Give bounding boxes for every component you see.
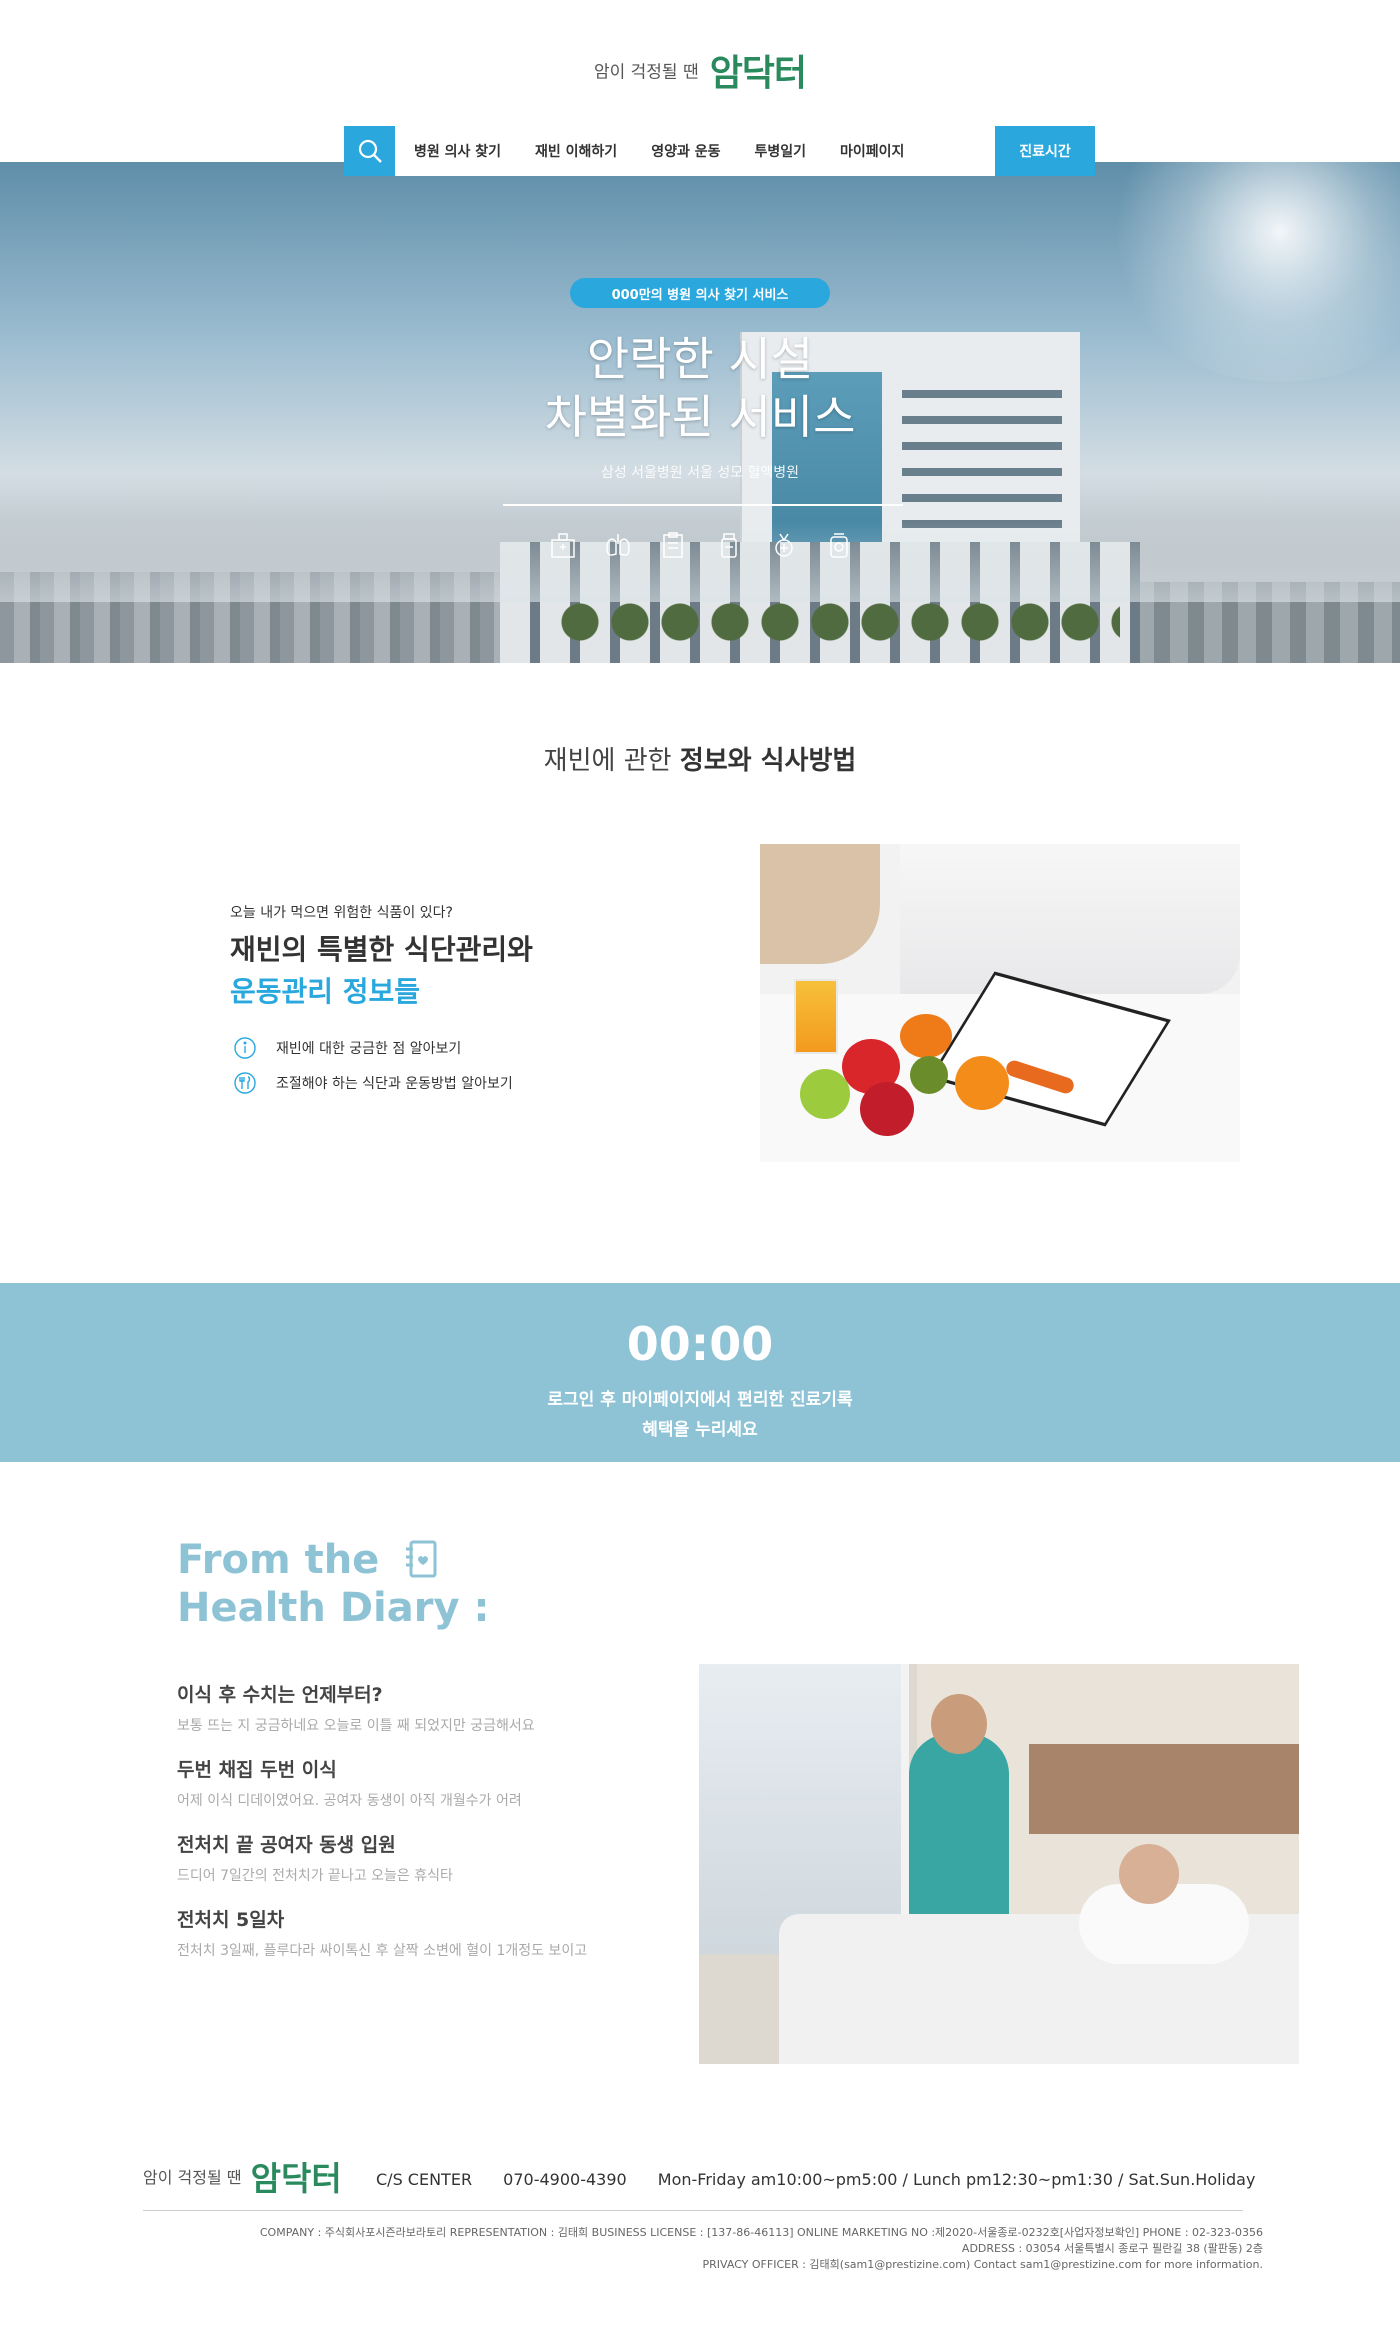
nav-item-diary[interactable]: 투병일기 xyxy=(754,141,806,161)
logo-wordmark: 암닥터 xyxy=(709,53,807,94)
medicine-icon xyxy=(822,528,856,562)
diary-section-title: From the Health Diary : xyxy=(177,1536,489,1632)
info-section-title-bold: 정보와 식사방법 xyxy=(679,746,857,776)
main-nav: 병원 의사 찾기 재빈 이해하기 영양과 운동 투병일기 마이페이지 진료시간 xyxy=(344,126,1095,176)
medal-icon xyxy=(767,528,801,562)
banner-clock: 00:00 xyxy=(626,1317,774,1371)
info-headline-2: 운동관리 정보들 xyxy=(230,975,421,1008)
hero-badge: 000만의 병원 의사 찾기 서비스 xyxy=(570,278,830,308)
hero-icon-row xyxy=(546,528,856,568)
footer-logo-wordmark: 암닥터 xyxy=(250,2159,342,2198)
diary-entry-desc: 보통 뜨는 지 궁금하네요 오늘로 이틀 째 되었지만 궁금해서요 xyxy=(177,1718,535,1734)
pill-bottle-icon xyxy=(712,528,746,562)
footer-privacy: PRIVACY OFFICER : 김태희(sam1@prestizine.co… xyxy=(702,2258,1263,2271)
hero-title: 안락한 시설 차별화된 서비스 xyxy=(0,330,1400,446)
hospital-icon xyxy=(546,528,580,562)
footer-hours: Mon-Friday am10:00~pm5:00 / Lunch pm12:3… xyxy=(657,2170,1256,2189)
food-doctor-photo xyxy=(760,844,1240,1162)
clinic-hours-button[interactable]: 진료시간 xyxy=(995,126,1095,176)
info-headline-1: 재빈의 특별한 식단관리와 xyxy=(230,933,533,966)
footer-phone: 070-4900-4390 xyxy=(503,2170,627,2189)
footer-logo-tagline: 암이 걱정될 땐 xyxy=(143,2168,242,2187)
diary-entry[interactable]: 이식 후 수치는 언제부터? 보통 뜨는 지 궁금하네요 오늘로 이틀 째 되었… xyxy=(177,1680,535,1735)
diary-entry-desc: 전처치 3일째, 플루다라 싸이톡신 후 살짝 소변에 혈이 1개정도 보이고 xyxy=(177,1943,588,1959)
nav-item-nutrition[interactable]: 영양과 운동 xyxy=(651,141,720,161)
info-link-label: 조절해야 하는 식단과 운동방법 알아보기 xyxy=(276,1076,513,1092)
hero-title-line1: 안락한 시설 xyxy=(586,332,814,386)
hero-divider xyxy=(503,504,903,506)
info-section-title-light: 재빈에 관한 xyxy=(543,746,672,776)
footer-divider xyxy=(143,2210,1243,2211)
diary-title-line2: Health Diary : xyxy=(177,1585,490,1631)
diary-entry[interactable]: 두번 채집 두번 이식 어제 이식 디데이였어요. 공여자 동생이 아직 개월수… xyxy=(177,1755,522,1810)
info-kicker: 오늘 내가 먹으면 위험한 식품이 있다? xyxy=(230,905,453,921)
mypage-promo-banner[interactable]: 00:00 로그인 후 마이페이지에서 편리한 진료기록 혜택을 누리세요 xyxy=(0,1283,1400,1462)
site-logo[interactable]: 암이 걱정될 땐 암닥터 xyxy=(0,44,1400,96)
banner-line-1: 로그인 후 마이페이지에서 편리한 진료기록 xyxy=(547,1390,853,1410)
footer-cs-info: C/S CENTER 070-4900-4390 Mon-Friday am10… xyxy=(376,2170,1255,2189)
banner-line-2: 혜택을 누리세요 xyxy=(642,1420,758,1440)
info-section-title: 재빈에 관한 정보와 식사방법 xyxy=(0,740,1400,777)
utensils-icon xyxy=(232,1070,258,1096)
footer-address: ADDRESS : 03054 서울특별시 종로구 필란길 38 (팔판동) 2… xyxy=(961,2242,1263,2255)
search-icon xyxy=(358,139,382,163)
nav-item-find-doctor[interactable]: 병원 의사 찾기 xyxy=(414,141,501,161)
diary-notebook-icon xyxy=(406,1540,437,1578)
diary-entry-desc: 어제 이식 디데이였어요. 공여자 동생이 아직 개월수가 어려 xyxy=(177,1793,522,1809)
lungs-icon xyxy=(601,528,635,562)
footer-company: COMPANY : 주식회사포시즌라보라토리 REPRESENTATION : … xyxy=(259,2226,1263,2239)
info-icon xyxy=(232,1035,258,1061)
search-button[interactable] xyxy=(344,126,395,176)
hero-title-line2: 차별화된 서비스 xyxy=(544,390,856,444)
diary-entry[interactable]: 전처치 끝 공여자 동생 입원 드디어 7일간의 전처치가 끝나고 오늘은 휴식… xyxy=(177,1830,453,1885)
info-link-label: 재빈에 대한 궁금한 점 알아보기 xyxy=(276,1041,462,1057)
footer-cs-label: C/S CENTER xyxy=(376,2170,473,2189)
diary-entry[interactable]: 전처치 5일차 전처치 3일째, 플루다라 싸이톡신 후 살짝 소변에 혈이 1… xyxy=(177,1905,587,1960)
diary-entry-desc: 드디어 7일간의 전처치가 끝나고 오늘은 휴식타 xyxy=(177,1868,453,1884)
info-link-diet[interactable]: 조절해야 하는 식단과 운동방법 알아보기 xyxy=(232,1070,513,1096)
clipboard-icon xyxy=(656,528,690,562)
diary-title-line1: From the xyxy=(177,1537,380,1583)
diary-entry-title: 전처치 5일차 xyxy=(177,1909,285,1931)
logo-tagline: 암이 걱정될 땐 xyxy=(593,62,699,83)
hero-subtitle: 삼성 서울병원 서울 성모 혈액병원 xyxy=(600,465,800,481)
info-link-questions[interactable]: 재빈에 대한 궁금한 점 알아보기 xyxy=(232,1035,461,1061)
nav-item-mypage[interactable]: 마이페이지 xyxy=(840,141,904,161)
footer-logo[interactable]: 암이 걱정될 땐 암닥터 xyxy=(143,2152,342,2200)
doctor-patient-photo xyxy=(699,1664,1299,2064)
nav-item-understand[interactable]: 재빈 이해하기 xyxy=(535,141,617,161)
diary-entry-title: 두번 채집 두번 이식 xyxy=(177,1759,337,1781)
diary-entry-title: 전처치 끝 공여자 동생 입원 xyxy=(177,1834,396,1856)
diary-entry-title: 이식 후 수치는 언제부터? xyxy=(177,1684,383,1706)
